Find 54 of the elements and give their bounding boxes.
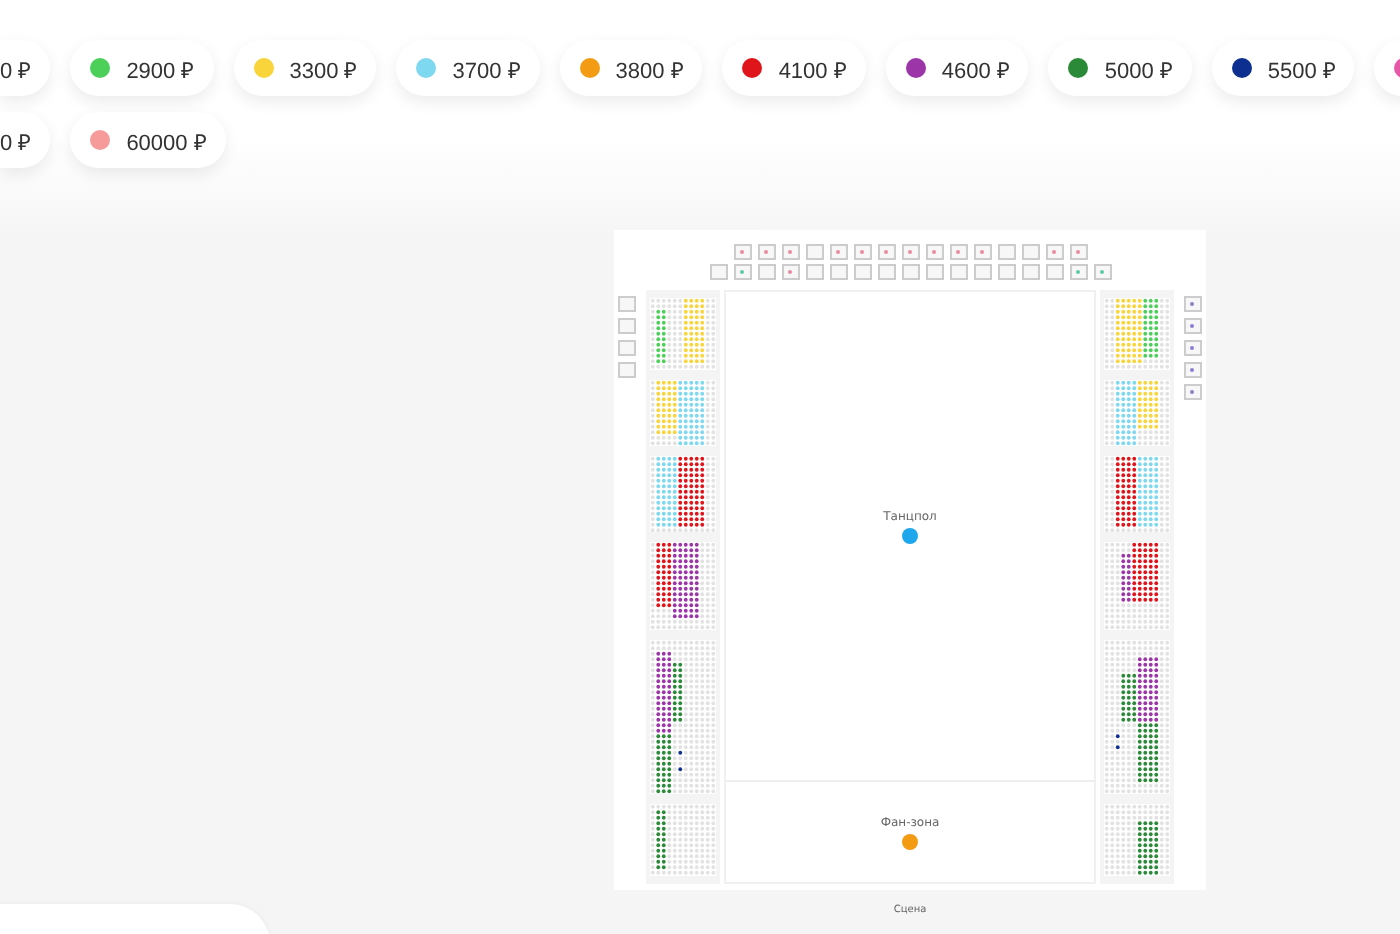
box-seat-icon[interactable] [997,264,1015,280]
price-filter-chip[interactable]: 3800 ₽ [559,40,703,96]
box-seat-icon[interactable] [618,340,637,356]
box-seat-icon[interactable] [805,244,823,260]
price-filter-chip[interactable]: 0 ₽ [0,112,51,168]
box-seat-icon[interactable] [1045,244,1063,260]
box-seat-icon[interactable] [925,244,943,260]
price-filter-chip[interactable]: 4600 ₽ [885,40,1029,96]
price-filter-chip[interactable]: 2900 ₽ [70,40,214,96]
box-seat-icon[interactable] [949,244,967,260]
box-seat-icon[interactable] [1183,384,1202,400]
box-seat-icon[interactable] [733,244,751,260]
box-seat-icon[interactable] [973,244,991,260]
price-filter-chip[interactable]: 5500 ₽ [1211,40,1355,96]
box-seat-icon[interactable] [1183,340,1202,356]
box-seat-icon[interactable] [925,264,943,280]
box-seat-icon[interactable] [618,296,637,312]
box-seat-icon[interactable] [805,264,823,280]
box-seat-icon[interactable] [853,244,871,260]
box-seat-icon[interactable] [1093,264,1111,280]
box-seat-icon[interactable] [1021,264,1039,280]
box-seat-icon[interactable] [1183,362,1202,378]
box-seat-icon[interactable] [901,244,919,260]
box-seat-icon[interactable] [618,362,637,378]
box-seat-icon[interactable] [877,264,895,280]
box-seat-icon[interactable] [949,264,967,280]
price-filter-chip[interactable]: 0 ₽ [0,40,51,96]
box-seat-icon[interactable] [829,244,847,260]
box-seat-icon[interactable] [901,264,919,280]
price-filter-chip[interactable]: 5000 ₽ [1048,40,1192,96]
box-seat-icon[interactable] [757,264,775,280]
price-filter-chip[interactable]: 4100 ₽ [722,40,866,96]
box-seat-icon[interactable] [997,244,1015,260]
box-seat-icon[interactable] [733,264,751,280]
box-seat-icon[interactable] [757,244,775,260]
price-filter-chip[interactable]: 3300 ₽ [233,40,377,96]
box-seat-icon[interactable] [781,244,799,260]
box-seat-icon[interactable] [1045,264,1063,280]
box-seat-icon[interactable] [1183,318,1202,334]
box-seat-icon[interactable] [1021,244,1039,260]
box-seat-icon[interactable] [709,264,727,280]
box-seat-icon[interactable] [877,244,895,260]
price-filter-chip[interactable]: 60000 ₽ [70,112,226,168]
box-seat-icon[interactable] [618,318,637,334]
box-seat-icon[interactable] [829,264,847,280]
box-seat-icon[interactable] [1069,244,1087,260]
price-filter-chip[interactable]: 3700 ₽ [396,40,540,96]
box-seat-icon[interactable] [973,264,991,280]
box-seat-icon[interactable] [1183,296,1202,312]
box-seat-icon[interactable] [1069,264,1087,280]
zone-dot[interactable] [902,527,918,543]
box-seat-icon[interactable] [853,264,871,280]
box-seat-icon[interactable] [781,264,799,280]
zone-dot[interactable] [902,833,918,849]
